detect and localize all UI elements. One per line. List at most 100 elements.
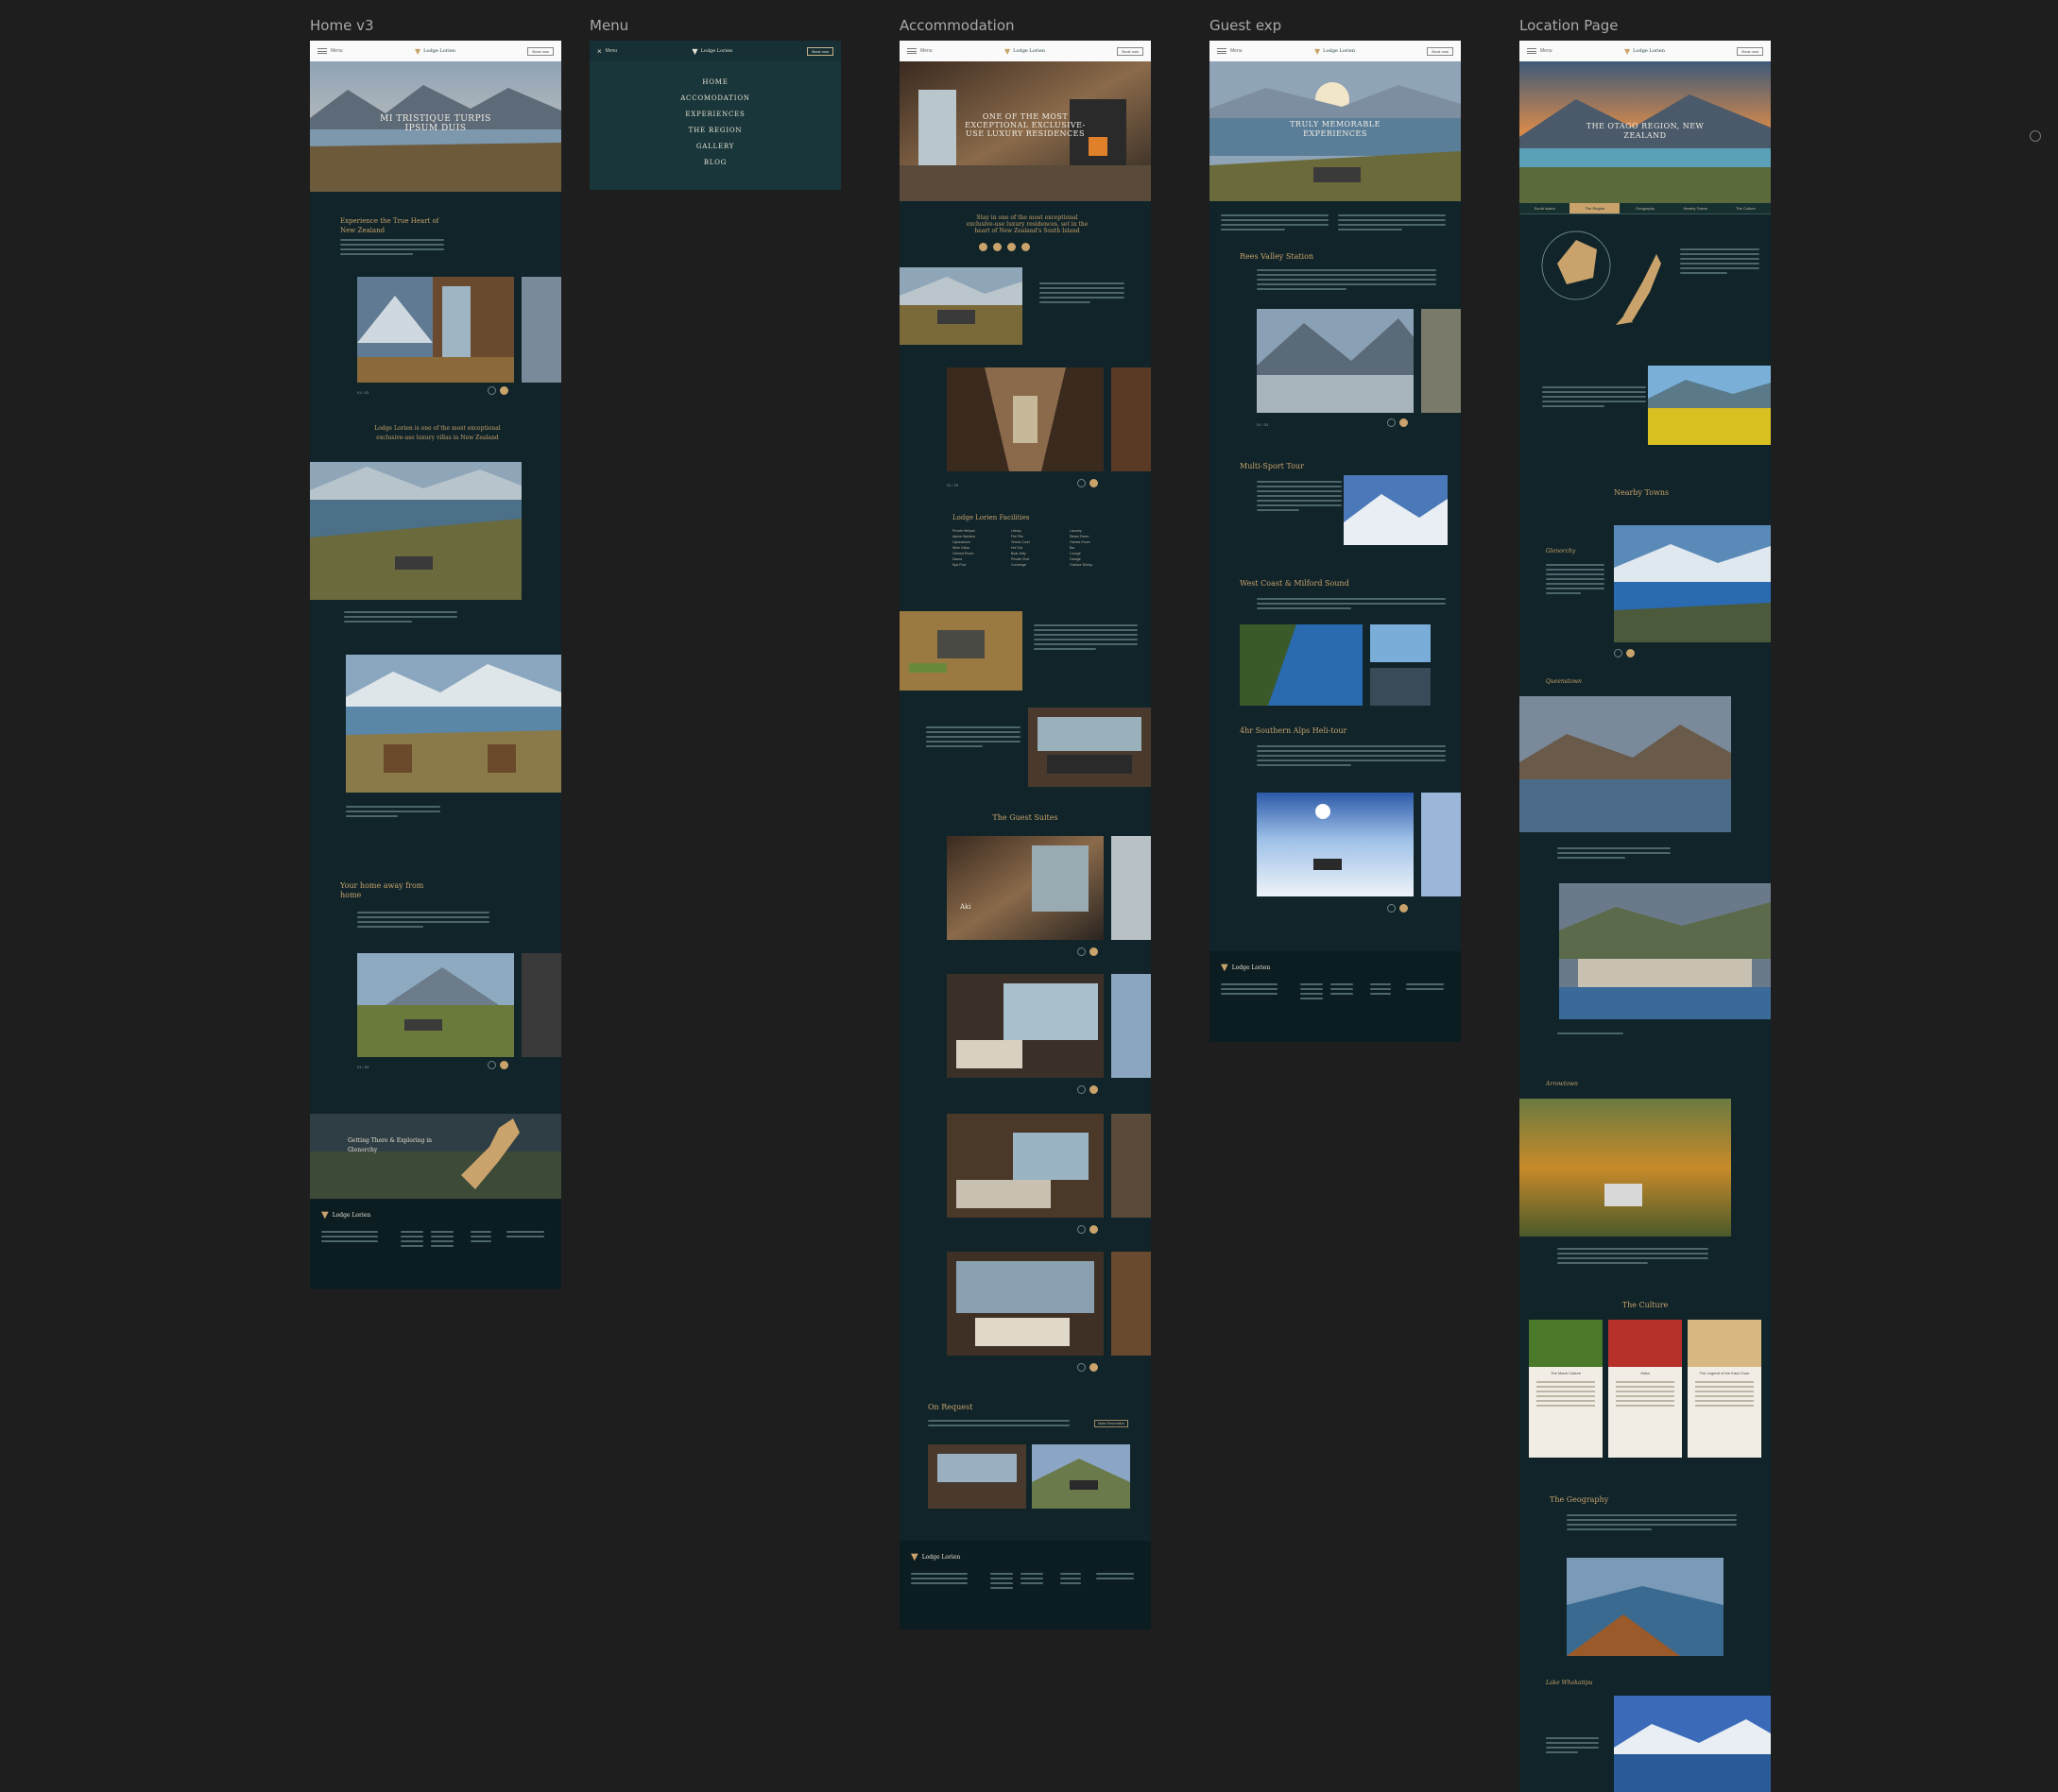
culture-image-1 — [1529, 1320, 1603, 1367]
prev-arrow-icon[interactable] — [1077, 1085, 1086, 1094]
menu-label[interactable]: Menu — [920, 48, 933, 54]
tab-nearby-towns[interactable]: Nearby Towns — [1670, 203, 1721, 214]
logo[interactable]: ▼ Lodge Lorien — [1004, 47, 1045, 56]
book-now-button[interactable]: Book now — [807, 46, 833, 56]
canvas-comment-icon[interactable] — [2030, 130, 2041, 142]
home-map-banner[interactable] — [310, 1114, 561, 1199]
prev-arrow-icon[interactable] — [1077, 947, 1086, 956]
suite-image-1 — [947, 836, 1104, 940]
logo[interactable]: ▼ Lodge Lorien — [1624, 47, 1665, 56]
accommodation-frame: Menu ▼ Lodge Lorien Book now ONE OF THE M… — [900, 41, 1151, 1630]
footer-links-2 — [1020, 1573, 1043, 1587]
guest-footer: ▼ Lodge Lorien — [1209, 951, 1461, 1042]
home-image-heli — [357, 953, 514, 1057]
home-text-block-1 — [344, 611, 457, 625]
prev-arrow-icon[interactable] — [1077, 479, 1086, 487]
prev-arrow-icon[interactable] — [1077, 1363, 1086, 1372]
footer-newsletter — [506, 1231, 544, 1240]
book-now-button[interactable]: Book now — [1737, 46, 1763, 56]
guest-heading-heli: 4hr Southern Alps Heli-tour — [1240, 726, 1347, 735]
next-arrow-icon[interactable] — [500, 386, 508, 395]
home-image-chairs — [346, 655, 561, 793]
guest-carousel-controls-2 — [1387, 904, 1408, 913]
home-image-peek-2 — [522, 953, 561, 1057]
prev-arrow-icon[interactable] — [1387, 904, 1396, 913]
prev-arrow-icon[interactable] — [488, 386, 496, 395]
make-reservation-button[interactable]: Make Reservation — [1094, 1420, 1129, 1427]
next-arrow-icon[interactable] — [1089, 1085, 1098, 1094]
prev-arrow-icon[interactable] — [1387, 418, 1396, 427]
guest-image-westcoast-3 — [1370, 668, 1431, 706]
menu-item-experiences[interactable]: EXPERIENCES — [590, 107, 841, 123]
prev-arrow-icon[interactable] — [1614, 649, 1622, 657]
prev-arrow-icon[interactable] — [1077, 1225, 1086, 1234]
tab-culture[interactable]: The Culture — [1720, 203, 1771, 214]
next-arrow-icon[interactable] — [1626, 649, 1635, 657]
logo[interactable]: ▼ Lodge Lorien — [415, 47, 455, 56]
queenstown-heading: Queenstown — [1546, 678, 1582, 685]
next-arrow-icon[interactable] — [500, 1061, 508, 1069]
home-footer: ▼ Lodge Lorien — [310, 1199, 561, 1289]
suite-image-3 — [947, 1114, 1104, 1218]
logo[interactable]: ▼ Lodge Lorien — [692, 47, 732, 56]
menu-label[interactable]: Menu — [606, 48, 618, 54]
close-icon[interactable]: × — [597, 47, 602, 56]
home-heading-home: Your home away from home — [340, 881, 424, 899]
menu-item-accomodation[interactable]: ACCOMODATION — [590, 91, 841, 107]
footer-awards — [1370, 983, 1391, 998]
footer-newsletter — [1096, 1573, 1134, 1582]
accommodation-image-aerial — [900, 611, 1022, 691]
guest-text-multisport — [1257, 481, 1342, 514]
lake-heading: Lake Whakatipu — [1546, 1680, 1593, 1686]
home-image-lodge — [357, 277, 514, 383]
eagle-icon: ▼ — [415, 46, 421, 56]
menu-item-home[interactable]: HOME — [590, 75, 841, 91]
accommodation-facilities-heading: Lodge Lorien Facilities — [952, 514, 1030, 521]
hamburger-icon[interactable] — [1527, 48, 1536, 54]
lake-image — [1614, 1696, 1771, 1792]
accommodation-footer: ▼ Lodge Lorien — [900, 1541, 1151, 1630]
culture-card-1[interactable]: The Maori Culture — [1529, 1320, 1603, 1458]
frame-label-home: Home v3 — [310, 17, 374, 34]
next-arrow-icon[interactable] — [1089, 1363, 1098, 1372]
culture-card-title-2: Haka — [1640, 1371, 1650, 1375]
menu-item-gallery[interactable]: GALLERY — [590, 139, 841, 155]
tab-south-island[interactable]: South Island — [1519, 203, 1570, 214]
logo[interactable]: ▼ Lodge Lorien — [1314, 47, 1355, 56]
menu-label[interactable]: Menu — [1540, 48, 1552, 54]
menu-item-region[interactable]: THE REGION — [590, 123, 841, 139]
menu-item-blog[interactable]: BLOG — [590, 155, 841, 171]
home-text-block-3 — [357, 912, 489, 930]
accommodation-intro: Stay in one of the most exceptional excl… — [966, 214, 1089, 234]
on-request-text — [928, 1420, 1070, 1429]
footer-awards — [471, 1231, 491, 1245]
menu-label[interactable]: Menu — [331, 48, 343, 54]
tab-region[interactable]: The Region — [1569, 203, 1621, 214]
culture-card-3[interactable]: The Legend of the Kauri Gum — [1688, 1320, 1761, 1458]
prev-arrow-icon[interactable] — [488, 1061, 496, 1069]
eagle-icon: ▼ — [692, 46, 698, 56]
next-arrow-icon[interactable] — [1089, 947, 1098, 956]
culture-card-title-1: The Maori Culture — [1550, 1371, 1581, 1375]
frame-label-menu: Menu — [590, 17, 629, 34]
culture-card-2[interactable]: Haka — [1608, 1320, 1682, 1458]
footer-address — [911, 1573, 968, 1587]
footer-links-2 — [431, 1231, 454, 1250]
book-now-button[interactable]: Book now — [1427, 46, 1453, 56]
next-arrow-icon[interactable] — [1399, 904, 1408, 913]
home-carousel-controls-2 — [488, 1061, 508, 1069]
home-banner-text: Getting There & Exploring in Glenorchy — [348, 1137, 433, 1153]
next-arrow-icon[interactable] — [1089, 479, 1098, 487]
menu-label[interactable]: Menu — [1230, 48, 1243, 54]
hamburger-icon[interactable] — [907, 48, 917, 54]
location-navbar: Menu ▼ Lodge Lorien Book now — [1519, 41, 1771, 61]
tab-geography[interactable]: Geography — [1620, 203, 1671, 214]
next-arrow-icon[interactable] — [1399, 418, 1408, 427]
hamburger-icon[interactable] — [1217, 48, 1226, 54]
book-now-button[interactable]: Book now — [527, 46, 554, 56]
next-arrow-icon[interactable] — [1089, 1225, 1098, 1234]
guest-peek-rees — [1421, 309, 1461, 413]
hamburger-icon[interactable] — [317, 48, 327, 54]
book-now-button[interactable]: Book now — [1117, 46, 1143, 56]
accommodation-text-2 — [1034, 624, 1138, 653]
